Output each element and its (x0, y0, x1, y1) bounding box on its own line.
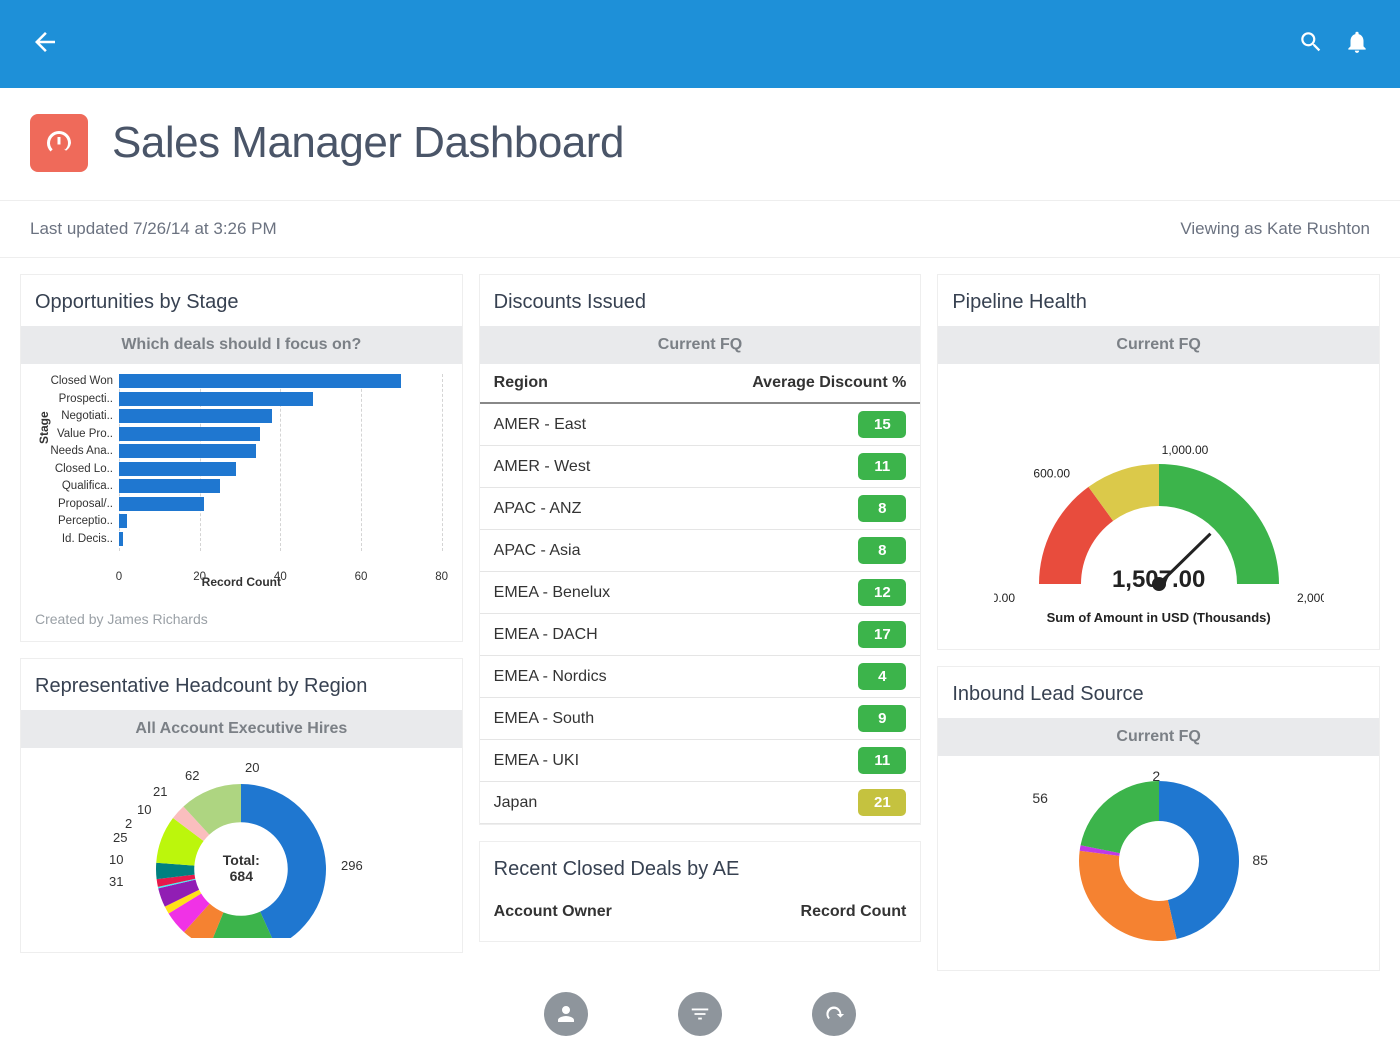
gauge-caption: Sum of Amount in USD (Thousands) (952, 604, 1365, 635)
discount-region: EMEA - DACH (494, 626, 598, 644)
donut-slice-label: 31 (109, 874, 123, 889)
discount-region: APAC - ANZ (494, 500, 582, 518)
inbound-subtitle: Current FQ (938, 718, 1379, 756)
viewing-as: Viewing as Kate Rushton (1180, 219, 1370, 239)
opportunities-panel[interactable]: Opportunities by Stage Which deals shoul… (20, 274, 463, 642)
user-button[interactable] (544, 992, 588, 1036)
discount-value-pill: 12 (858, 579, 906, 606)
created-by: Created by James Richards (21, 603, 462, 641)
discount-value-pill: 15 (858, 411, 906, 438)
discount-region: EMEA - UKI (494, 752, 579, 770)
opportunities-bar-chart: Stage Closed WonProspecti..Negotiati..Va… (35, 374, 448, 589)
inbound-donut: 2 56 85 (952, 766, 1365, 956)
discount-value-pill: 11 (858, 747, 906, 774)
discount-row[interactable]: Japan 21 (480, 782, 921, 824)
discount-row[interactable]: EMEA - DACH 17 (480, 614, 921, 656)
headcount-subtitle: All Account Executive Hires (21, 710, 462, 748)
pipeline-panel[interactable]: Pipeline Health Current FQ 0.00600.001,0… (937, 274, 1380, 650)
opportunities-subtitle: Which deals should I focus on? (21, 326, 462, 364)
donut-slice-label: 10 (109, 852, 123, 867)
discount-row[interactable]: EMEA - South 9 (480, 698, 921, 740)
discount-value-pill: 21 (858, 789, 906, 816)
svg-text:600.00: 600.00 (1033, 467, 1070, 481)
discount-row[interactable]: AMER - East 15 (480, 404, 921, 446)
search-icon[interactable] (1298, 29, 1324, 60)
pipeline-title: Pipeline Health (938, 275, 1379, 326)
donut-slice-label: 20 (245, 760, 259, 775)
donut-slice-label: 2 (1152, 768, 1160, 784)
bell-icon[interactable] (1344, 29, 1370, 60)
discount-value-pill: 8 (858, 495, 906, 522)
back-button[interactable] (30, 27, 60, 62)
donut-slice-label: 296 (341, 858, 363, 873)
last-updated: Last updated 7/26/14 at 3:26 PM (30, 219, 277, 239)
discount-value-pill: 8 (858, 537, 906, 564)
donut-slice-label: 56 (1032, 790, 1048, 806)
discount-row[interactable]: EMEA - Nordics 4 (480, 656, 921, 698)
refresh-button[interactable] (812, 992, 856, 1036)
discounts-col-region: Region (494, 374, 548, 392)
discount-row[interactable]: APAC - Asia 8 (480, 530, 921, 572)
title-row: Sales Manager Dashboard (0, 88, 1400, 201)
discount-value-pill: 17 (858, 621, 906, 648)
discounts-subtitle: Current FQ (480, 326, 921, 364)
discounts-panel[interactable]: Discounts Issued Current FQ Region Avera… (479, 274, 922, 825)
dashboard-grid: Opportunities by Stage Which deals shoul… (0, 258, 1400, 987)
headcount-donut: Total: 684 206221102251031296 (35, 758, 448, 938)
donut-slice-label: 2 (125, 816, 132, 831)
meta-row: Last updated 7/26/14 at 3:26 PM Viewing … (0, 201, 1400, 258)
discount-value-pill: 4 (858, 663, 906, 690)
recent-deals-title: Recent Closed Deals by AE (480, 842, 921, 893)
donut-slice-label: 85 (1252, 852, 1268, 868)
discount-region: APAC - Asia (494, 542, 581, 560)
chart-xlabel: Record Count (35, 575, 448, 589)
discount-value-pill: 11 (858, 453, 906, 480)
discount-region: Japan (494, 794, 538, 812)
donut-slice-label: 10 (137, 802, 151, 817)
chart-ylabel: Stage (37, 411, 51, 444)
pipeline-gauge: 0.00600.001,000.002,000.00 1,507.00 (952, 374, 1365, 604)
inbound-title: Inbound Lead Source (938, 667, 1379, 718)
recent-col-count: Record Count (801, 903, 907, 921)
bottom-action-bar (0, 979, 1400, 1049)
discount-region: EMEA - South (494, 710, 595, 728)
discount-region: AMER - East (494, 416, 586, 434)
donut-slice-label: 25 (113, 830, 127, 845)
discount-row[interactable]: EMEA - UKI 11 (480, 740, 921, 782)
svg-text:1,000.00: 1,000.00 (1161, 443, 1208, 457)
recent-deals-panel[interactable]: Recent Closed Deals by AE Account Owner … (479, 841, 922, 942)
opportunities-title: Opportunities by Stage (21, 275, 462, 326)
discount-region: EMEA - Nordics (494, 668, 607, 686)
discount-region: EMEA - Benelux (494, 584, 611, 602)
gauge-value: 1,507.00 (952, 566, 1365, 594)
discounts-title: Discounts Issued (480, 275, 921, 326)
donut-slice-label: 62 (185, 768, 199, 783)
donut-slice-label: 21 (153, 784, 167, 799)
inbound-panel[interactable]: Inbound Lead Source Current FQ 2 56 85 (937, 666, 1380, 971)
headcount-title: Representative Headcount by Region (21, 659, 462, 710)
discount-value-pill: 9 (858, 705, 906, 732)
discount-region: AMER - West (494, 458, 591, 476)
donut-total: Total: 684 (191, 852, 291, 884)
discounts-col-value: Average Discount % (752, 374, 906, 392)
discount-row[interactable]: AMER - West 11 (480, 446, 921, 488)
top-bar (0, 0, 1400, 88)
page-title: Sales Manager Dashboard (112, 118, 624, 168)
recent-col-owner: Account Owner (494, 903, 612, 921)
dashboard-icon (30, 114, 88, 172)
filter-button[interactable] (678, 992, 722, 1036)
headcount-panel[interactable]: Representative Headcount by Region All A… (20, 658, 463, 953)
discount-row[interactable]: EMEA - Benelux 12 (480, 572, 921, 614)
pipeline-subtitle: Current FQ (938, 326, 1379, 364)
discount-row[interactable]: APAC - ANZ 8 (480, 488, 921, 530)
